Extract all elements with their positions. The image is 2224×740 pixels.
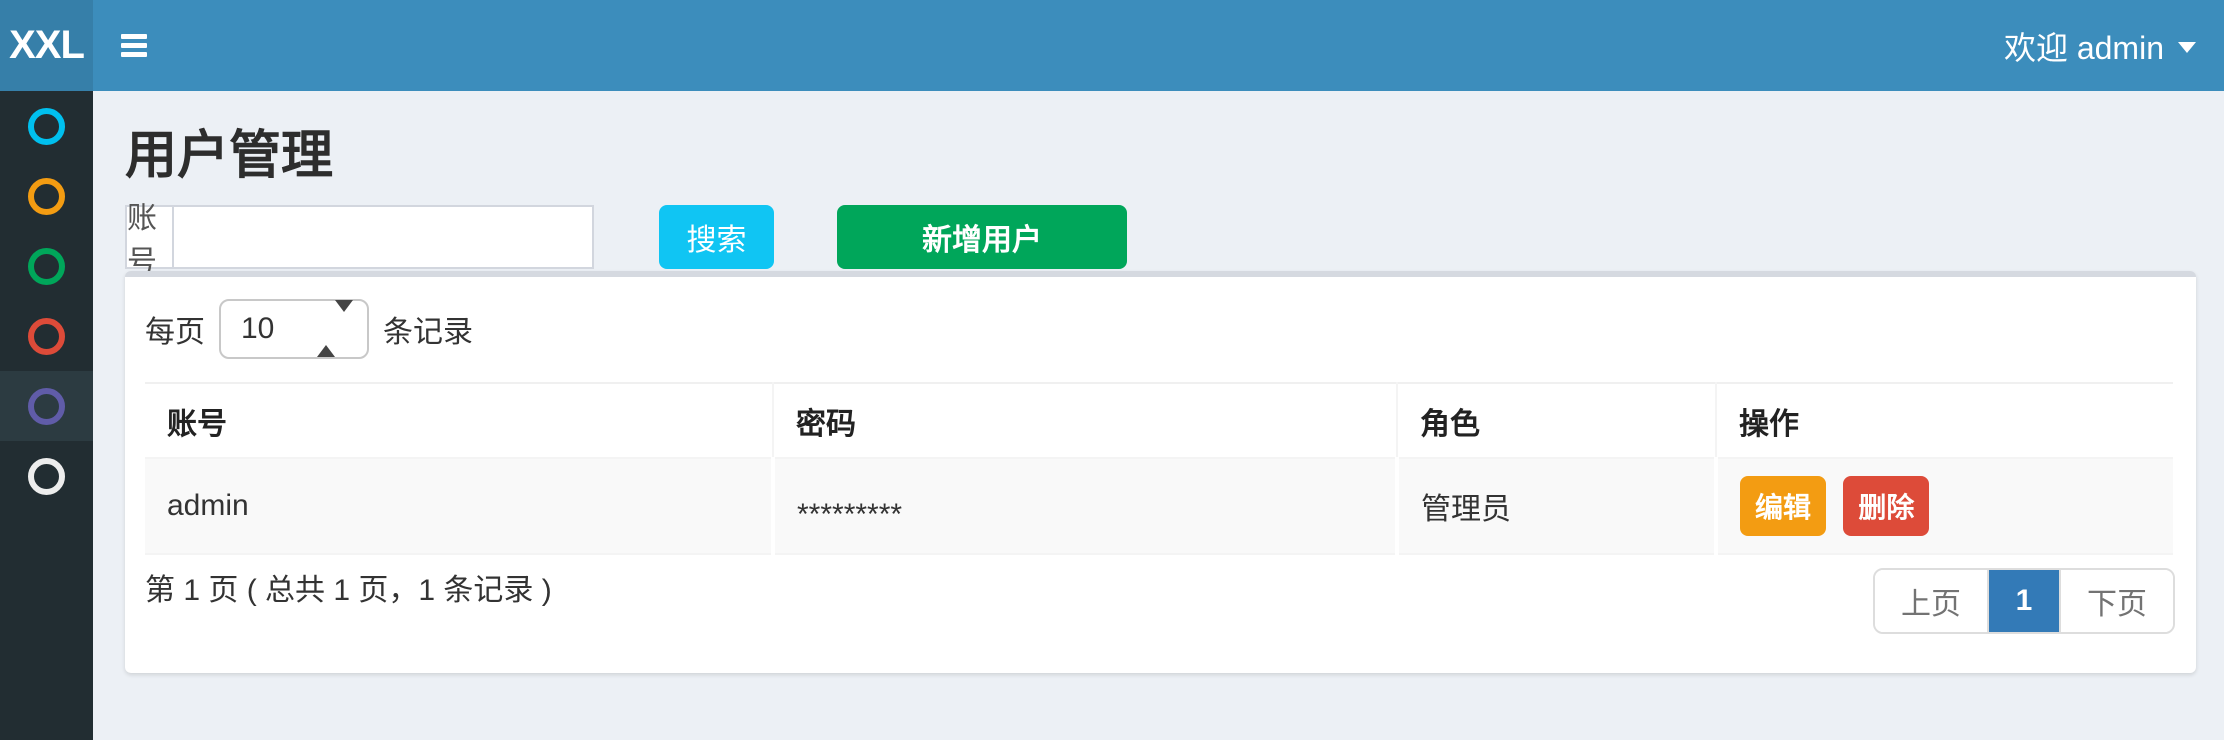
pagination-page-1-button[interactable]: 1 xyxy=(1989,570,2059,632)
sidebar-item-2[interactable] xyxy=(0,161,93,231)
pagination-next-button[interactable]: 下页 xyxy=(2059,570,2173,632)
user-menu[interactable]: 欢迎 admin xyxy=(2004,23,2196,69)
cell-role: 管理员 xyxy=(1397,458,1716,554)
circle-outline-icon xyxy=(28,248,65,285)
page-title: 用户管理 xyxy=(125,113,333,188)
welcome-label: 欢迎 admin xyxy=(2004,23,2164,69)
pagination-summary: 第 1 页 ( 总共 1 页，1 条记录 ) xyxy=(145,565,552,609)
per-page-select[interactable]: 10 xyxy=(219,299,369,359)
app-logo[interactable]: XXL xyxy=(0,0,93,91)
search-toolbar: 账号 搜索 新增用户 xyxy=(125,205,1127,269)
hamburger-bar xyxy=(121,34,147,39)
main-content: 用户管理 账号 搜索 新增用户 每页 10 条记录 账号 密码 xyxy=(93,91,2224,740)
circle-outline-icon xyxy=(28,458,65,495)
header-role: 角色 xyxy=(1397,383,1716,458)
add-user-button[interactable]: 新增用户 xyxy=(837,205,1127,269)
per-page-suffix-label: 条记录 xyxy=(383,307,473,351)
circle-outline-icon xyxy=(28,388,65,425)
cell-actions: 编辑 删除 xyxy=(1716,458,2173,554)
circle-outline-icon xyxy=(28,108,65,145)
sidebar-item-3[interactable] xyxy=(0,231,93,301)
edit-button[interactable]: 编辑 xyxy=(1740,476,1826,536)
header-password: 密码 xyxy=(773,383,1397,458)
table-header-row: 账号 密码 角色 操作 xyxy=(145,383,2173,458)
hamburger-bar xyxy=(121,52,147,57)
per-page-control: 每页 10 条记录 xyxy=(145,299,473,359)
cell-username: admin xyxy=(145,458,773,554)
username-label: 账号 xyxy=(125,205,172,269)
circle-outline-icon xyxy=(28,318,65,355)
sidebar-item-4[interactable] xyxy=(0,301,93,371)
per-page-value: 10 xyxy=(241,312,274,346)
header-username: 账号 xyxy=(145,383,773,458)
username-input-group: 账号 xyxy=(125,205,594,269)
username-input[interactable] xyxy=(172,205,594,269)
sidebar-item-1[interactable] xyxy=(0,91,93,161)
delete-button[interactable]: 删除 xyxy=(1843,476,1929,536)
header-actions: 操作 xyxy=(1716,383,2173,458)
per-page-prefix-label: 每页 xyxy=(145,307,205,351)
sidebar-item-5-active[interactable] xyxy=(0,371,93,441)
search-button[interactable]: 搜索 xyxy=(659,205,774,269)
circle-outline-icon xyxy=(28,178,65,215)
sidebar-toggle-icon[interactable] xyxy=(121,30,147,61)
table-row: admin ********* 管理员 编辑 删除 xyxy=(145,458,2173,554)
hamburger-bar xyxy=(121,43,147,48)
table-panel: 每页 10 条记录 账号 密码 角色 操作 admin xyxy=(125,271,2196,673)
select-arrows-icon xyxy=(317,312,353,346)
pagination-prev-button[interactable]: 上页 xyxy=(1875,570,1989,632)
top-navbar: 欢迎 admin xyxy=(93,0,2224,91)
sidebar xyxy=(0,91,93,740)
caret-down-icon xyxy=(2178,42,2196,53)
users-table: 账号 密码 角色 操作 admin ********* 管理员 编辑 删除 xyxy=(145,382,2173,555)
cell-password: ********* xyxy=(773,458,1397,554)
sidebar-item-6[interactable] xyxy=(0,441,93,511)
pagination: 上页 1 下页 xyxy=(1873,568,2175,634)
